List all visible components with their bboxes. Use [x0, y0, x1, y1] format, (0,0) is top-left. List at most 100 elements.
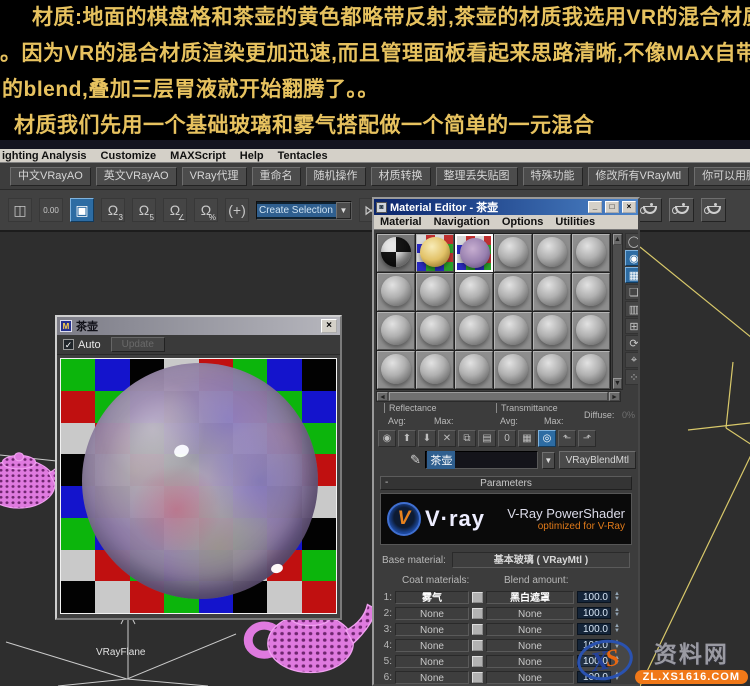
blend-color-swatch[interactable] [472, 607, 483, 619]
snap-toggle-25d-icon[interactable]: Ω5 [132, 198, 156, 222]
blend-amount-value[interactable]: 100.0 [577, 591, 611, 603]
sample-slot-7[interactable] [377, 273, 415, 311]
sample-slot-20[interactable] [416, 351, 454, 389]
make-preview-icon[interactable]: ⊞ [624, 318, 638, 334]
sample-type-icon[interactable]: ◯ [624, 233, 638, 249]
me-menu-utilities[interactable]: Utilities [555, 216, 595, 228]
video-color-check-icon[interactable]: ▥ [624, 301, 638, 317]
material-type-button[interactable]: VRayBlendMtl [558, 451, 636, 469]
go-forward-to-sibling-icon[interactable]: ⬏ [578, 429, 596, 447]
material-editor-titlebar[interactable]: ◙ Material Editor - 茶壶 _ □ × [374, 199, 638, 215]
script-toolbar-button[interactable]: 材质转换 [370, 166, 431, 186]
slots-vertical-scrollbar[interactable]: ▲ ▼ [612, 233, 623, 390]
slots-horizontal-scrollbar[interactable]: ◄ ► [376, 391, 621, 402]
blend-amount-map-button[interactable]: None [486, 670, 574, 684]
sample-slot-17[interactable] [533, 312, 571, 350]
sample-slot-11[interactable] [533, 273, 571, 311]
render-window-titlebar[interactable]: M 茶壶 × [57, 317, 340, 335]
show-map-in-viewport-icon[interactable]: ▦ [518, 429, 536, 447]
script-toolbar-button[interactable]: VRay代理 [181, 166, 247, 186]
menu-item-tentacles[interactable]: Tentacles [278, 150, 328, 162]
coat-material-button[interactable]: 雾气 [395, 590, 469, 604]
coat-material-button[interactable]: None [395, 622, 469, 636]
sample-slot-4[interactable] [494, 234, 532, 272]
blend-color-swatch[interactable] [472, 671, 483, 683]
scroll-down-icon[interactable]: ▼ [613, 378, 622, 389]
selection-region-icon[interactable]: ▣ [70, 198, 94, 222]
parameters-rollout-header[interactable]: - Parameters [380, 476, 632, 490]
reset-map-icon[interactable]: ✕ [438, 429, 456, 447]
blend-amount-map-button[interactable]: 黑白遮罩 [486, 590, 574, 604]
sample-slot-10[interactable] [494, 273, 532, 311]
blend-color-swatch[interactable] [472, 639, 483, 651]
auto-checkbox[interactable]: ✓ [63, 339, 74, 350]
sample-slot-21[interactable] [455, 351, 493, 389]
sample-slot-5[interactable] [533, 234, 571, 272]
menu-item-ighting-analysis[interactable]: ighting Analysis [2, 150, 87, 162]
scroll-right-icon[interactable]: ► [609, 392, 620, 401]
script-toolbar-button[interactable]: 随机操作 [305, 166, 366, 186]
sample-uv-tiling-icon[interactable]: ❏ [624, 284, 638, 300]
assign-material-to-selection-icon[interactable]: ⬇ [418, 429, 436, 447]
sample-slot-18[interactable] [572, 312, 610, 350]
sample-slot-19[interactable] [377, 351, 415, 389]
menu-item-help[interactable]: Help [240, 150, 264, 162]
blend-color-swatch[interactable] [472, 655, 483, 667]
snap-spacing-icon[interactable]: 0.00 [39, 198, 63, 222]
script-toolbar-button[interactable]: 整理丢失贴图 [435, 166, 518, 186]
blend-color-swatch[interactable] [472, 623, 483, 635]
material-name-dropdown[interactable]: 茶壶 [425, 451, 539, 469]
script-toolbar-button[interactable]: 中文VRayAO [10, 166, 91, 186]
percent-snap-icon[interactable]: Ω% [194, 198, 218, 222]
sample-slot-8[interactable] [416, 273, 454, 311]
spinner-down-icon[interactable]: ▼ [614, 596, 620, 602]
coat-material-button[interactable]: None [395, 606, 469, 620]
sample-slot-22[interactable] [494, 351, 532, 389]
spinner-down-icon[interactable]: ▼ [614, 628, 620, 634]
sample-slot-3[interactable] [455, 234, 493, 272]
options-icon[interactable]: ⟳ [624, 335, 638, 351]
material-effects-channel-icon[interactable]: 0 [498, 429, 516, 447]
spinner-control[interactable]: ▲ ▼ [614, 623, 620, 634]
render-production-teapot-icon[interactable] [701, 198, 726, 222]
sample-slot-24[interactable] [572, 351, 610, 389]
get-material-icon[interactable]: ◉ [378, 429, 396, 447]
scrollbar-thumb[interactable] [389, 392, 608, 401]
sample-slot-6[interactable] [572, 234, 610, 272]
script-toolbar-button[interactable]: 重命名 [251, 166, 301, 186]
blend-amount-map-button[interactable]: None [486, 654, 574, 668]
make-material-copy-icon[interactable]: ⧉ [458, 429, 476, 447]
material-map-navigator-icon[interactable]: ⁘ [624, 369, 638, 385]
spinner-control[interactable]: ▲ ▼ [614, 607, 620, 618]
close-icon[interactable]: × [321, 319, 337, 333]
spinner-down-icon[interactable]: ▼ [614, 612, 620, 618]
update-button[interactable]: Update [110, 337, 165, 352]
backlight-icon[interactable]: ◉ [624, 250, 638, 266]
minimize-icon[interactable]: _ [588, 201, 602, 213]
sample-slot-23[interactable] [533, 351, 571, 389]
blend-color-swatch[interactable] [472, 591, 483, 603]
pick-material-eyedropper-icon[interactable]: ✎ [410, 452, 421, 468]
base-material-button[interactable]: 基本玻璃 ( VRayMtl ) [451, 552, 630, 568]
select-by-material-icon[interactable]: ⌖ [624, 352, 638, 368]
sample-slot-12[interactable] [572, 273, 610, 311]
blend-amount-value[interactable]: 100.0 [577, 623, 611, 635]
blend-amount-map-button[interactable]: None [486, 606, 574, 620]
chevron-down-icon[interactable]: ▼ [542, 451, 555, 469]
sample-slot-1[interactable] [377, 234, 415, 272]
blend-amount-value[interactable]: 100.0 [577, 607, 611, 619]
snap-toggle-3d-icon[interactable]: Ω3 [101, 198, 125, 222]
manage-layers-icon[interactable]: ◫ [8, 198, 32, 222]
background-icon[interactable]: ▦ [624, 267, 638, 283]
quick-render-teapot-icon[interactable] [669, 198, 694, 222]
sample-slot-9[interactable] [455, 273, 493, 311]
coat-material-button[interactable]: None [395, 670, 469, 684]
show-end-result-icon[interactable]: ◎ [538, 429, 556, 447]
put-material-to-scene-icon[interactable]: ⬆ [398, 429, 416, 447]
script-toolbar-button[interactable]: 特殊功能 [522, 166, 583, 186]
maximize-icon[interactable]: □ [605, 201, 619, 213]
blend-amount-map-button[interactable]: None [486, 638, 574, 652]
go-to-parent-icon[interactable]: ⬑ [558, 429, 576, 447]
selection-set-dropdown[interactable]: Create Selection Se▼ [256, 200, 352, 220]
sample-slot-13[interactable] [377, 312, 415, 350]
